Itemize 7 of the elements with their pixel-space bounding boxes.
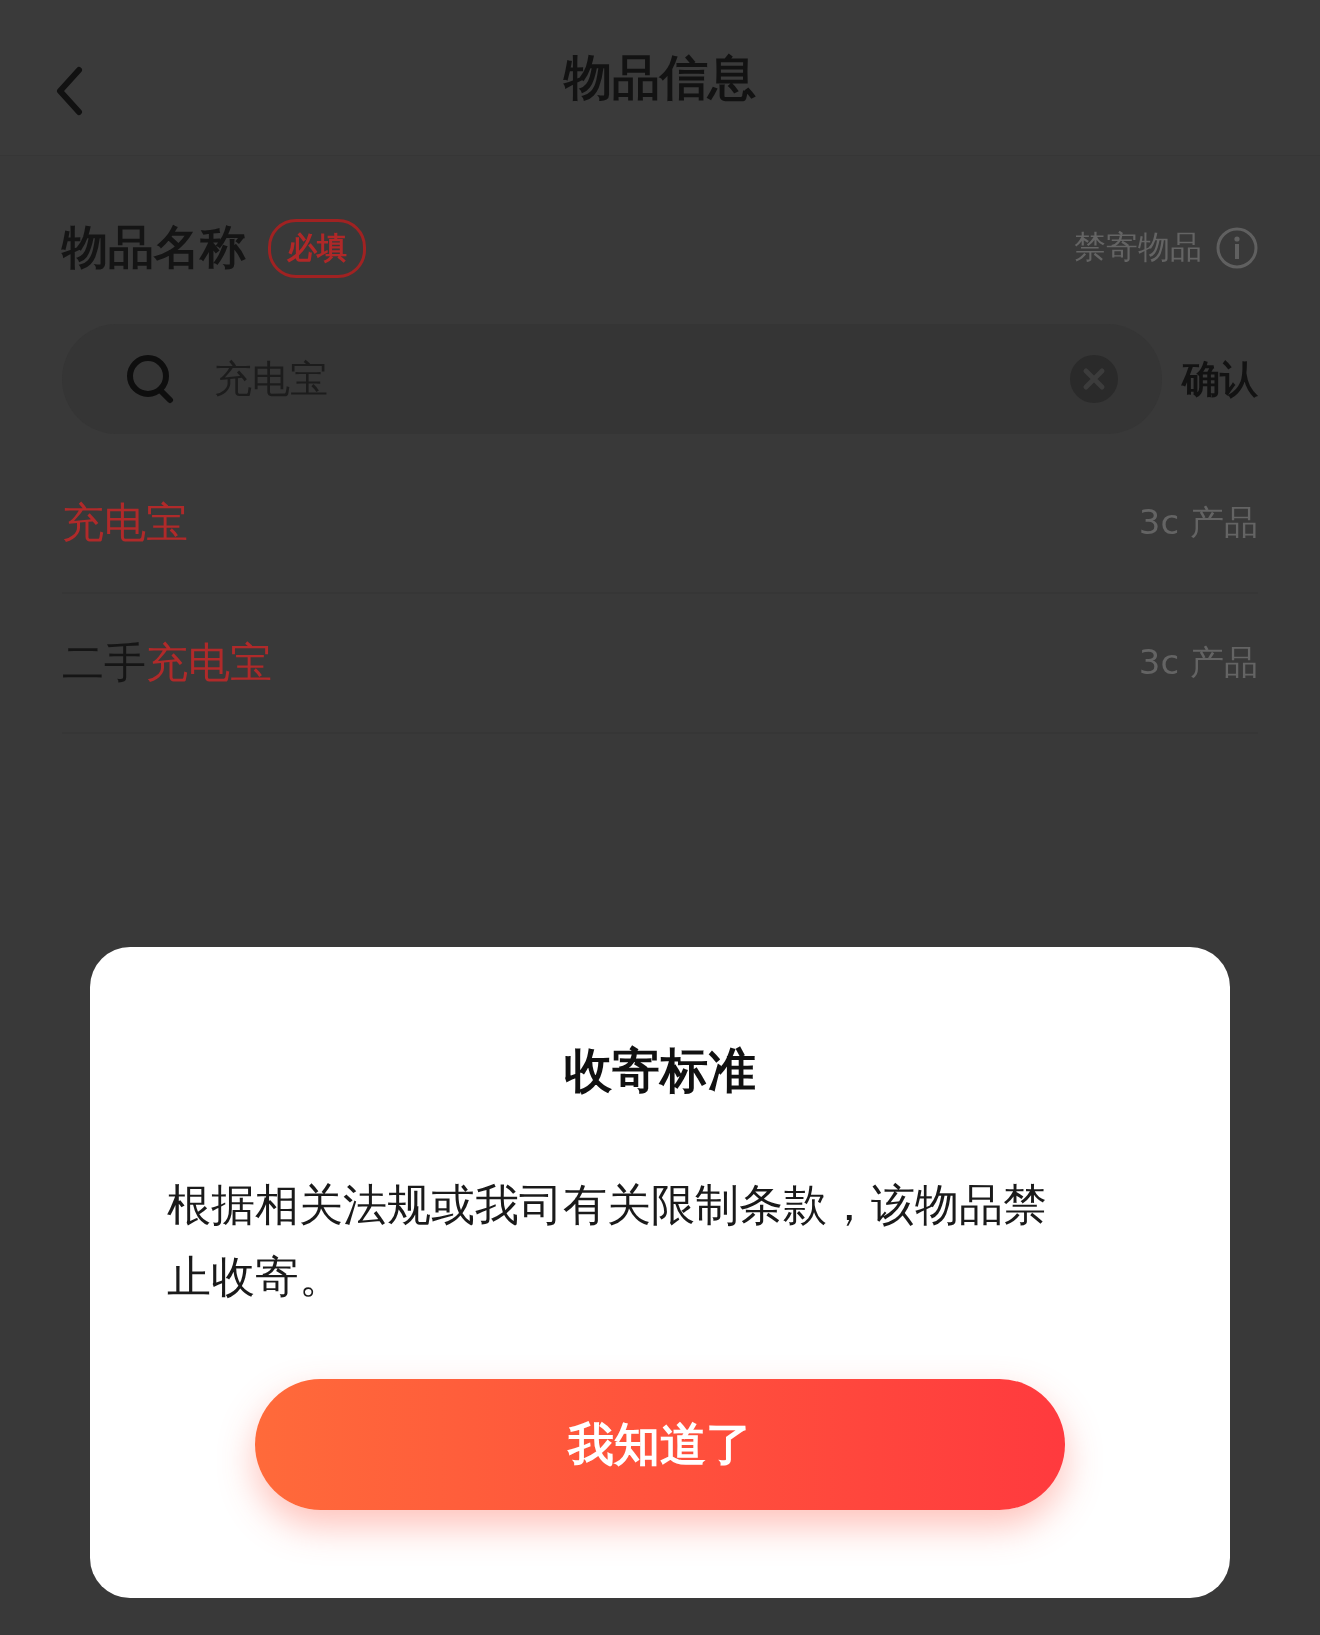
info-icon: [1216, 227, 1258, 269]
dialog-message: 根据相关法规或我司有关限制条款，该物品禁止收寄。: [167, 1178, 1048, 1304]
acknowledge-button[interactable]: 我知道了: [255, 1379, 1065, 1510]
dialog-title: 收寄标准: [564, 1041, 756, 1100]
back-icon[interactable]: [54, 66, 84, 116]
search-icon: [126, 354, 174, 404]
required-badge: 必填: [268, 218, 366, 278]
